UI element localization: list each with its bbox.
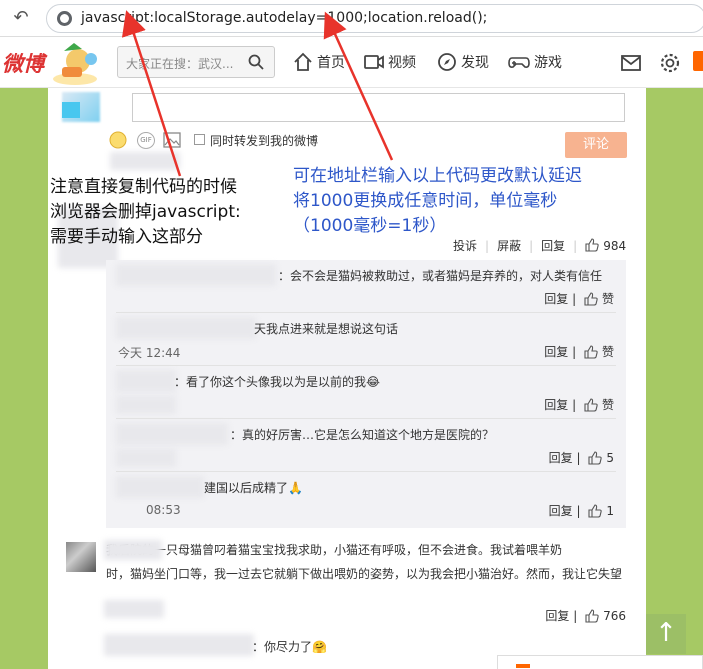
list-item: ：真的好厉害…它是怎么知道这个地方是医院的？ 回复 | 5	[106, 419, 626, 472]
reply-link[interactable]: 回复	[544, 292, 568, 306]
thumbs-up-icon[interactable]	[588, 504, 603, 518]
reply-text: ：看了你这个头像我以为是以前的我😂	[174, 375, 381, 389]
like-label: 赞	[601, 292, 614, 306]
reply-text: ：真的好厉害…它是怎么知道这个地方是医院的？	[230, 428, 495, 442]
avatar[interactable]	[66, 542, 96, 572]
like-label: 1	[606, 504, 614, 518]
blurred-name	[116, 476, 204, 498]
reply-text: 建国以后成精了🙏	[204, 481, 303, 495]
comment-text: 我后院的一只母猫曾叼着猫宝宝找我求助，小猫还有呼吸，但不会进食。我试着喂羊奶 时…	[106, 538, 626, 586]
blurred-name	[116, 264, 276, 286]
like-label: 赞	[601, 345, 614, 359]
blurred-name	[116, 317, 256, 339]
reply-actions: 回复 | 赞	[544, 345, 614, 359]
list-item: ：会不会是猫妈被救助过，或者猫妈是弃养的，对人类有信任 回复 | 赞	[106, 260, 626, 313]
report-link[interactable]: 投诉	[453, 239, 477, 253]
list-item: 天我点进来就是想说这句话 今天 12:44 回复 | 赞	[106, 313, 626, 366]
reply-text: 天我点进来就是想说这句话	[254, 322, 399, 336]
reply-link[interactable]: 回复	[544, 398, 568, 412]
blurred-name	[104, 634, 254, 656]
blurred-time	[104, 600, 164, 618]
reply-text: ：会不会是猫妈被救助过，或者猫妈是弃养的，对人类有信任	[278, 269, 603, 283]
blurred-name	[104, 540, 162, 560]
arrow-to-1000	[323, 11, 394, 161]
reply-time: 08:53	[146, 503, 181, 517]
blurred-time	[116, 449, 176, 467]
reply-link[interactable]: 回复	[541, 239, 565, 253]
blurred-name	[116, 423, 228, 445]
reply-time: 今天 12:44	[118, 346, 181, 360]
comment-actions: 回复 | 766	[545, 609, 626, 623]
like-count: 984	[603, 239, 627, 253]
thumbs-up-icon[interactable]	[585, 609, 599, 623]
blurred-time	[116, 396, 176, 414]
thumbs-up-icon[interactable]	[588, 451, 603, 465]
reply-actions: 回复 | 赞	[544, 398, 614, 412]
like-label: 赞	[601, 398, 614, 412]
list-item: ：看了你这个头像我以为是以前的我😂 回复 | 赞	[106, 366, 626, 419]
reply-actions: 回复 | 5	[548, 451, 614, 465]
arrow-to-javascript	[121, 10, 182, 177]
thumbs-up-icon[interactable]	[585, 238, 599, 252]
comment-text: ：你尽力了🤗	[252, 640, 327, 654]
like-label: 5	[606, 451, 614, 465]
reply-link[interactable]: 回复	[549, 504, 573, 518]
list-item: 建国以后成精了🙏 08:53 回复 | 1	[106, 472, 626, 525]
comment-line2: 时，猫妈坐门口等，我一过去它就躺下做出喂奶的姿势，以为我会把小猫治好。然而，我让…	[106, 567, 623, 581]
popup-panel	[497, 655, 703, 669]
reply-link[interactable]: 回复	[544, 345, 568, 359]
reply-link[interactable]: 回复	[549, 451, 573, 465]
block-link[interactable]: 屏蔽	[497, 239, 521, 253]
comment-line1: 我后院的一只母猫曾叼着猫宝宝找我求助，小猫还有呼吸，但不会进食。我试着喂羊奶	[106, 543, 563, 557]
reply-list: ：会不会是猫妈被救助过，或者猫妈是弃养的，对人类有信任 回复 | 赞 天我点进来…	[106, 260, 626, 528]
thumbs-up-icon[interactable]	[584, 345, 598, 359]
post-action-bar: 投诉 | 屏蔽 | 回复 | 984	[453, 238, 627, 253]
like-count: 766	[603, 609, 626, 623]
thumbs-up-icon[interactable]	[584, 398, 598, 412]
scroll-to-top-button[interactable]: ↑	[646, 614, 686, 654]
reply-actions: 回复 | 赞	[544, 292, 614, 306]
blurred-name	[116, 370, 176, 392]
thumbs-up-icon[interactable]	[584, 292, 598, 306]
reply-actions: 回复 | 1	[548, 504, 614, 518]
reply-link[interactable]: 回复	[545, 609, 569, 623]
popup-accent	[516, 664, 530, 668]
